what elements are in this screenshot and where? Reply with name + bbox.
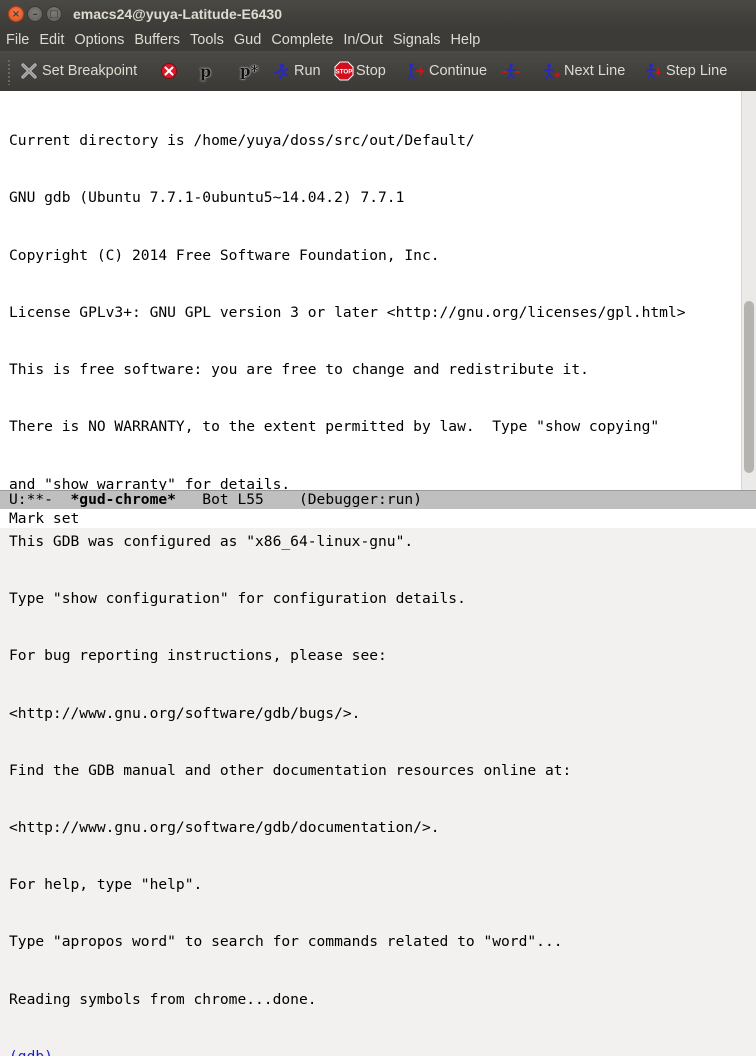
menu-bar: File Edit Options Buffers Tools Gud Comp… xyxy=(0,29,756,51)
continue-icon xyxy=(407,62,425,80)
buffer-line: <http://www.gnu.org/software/gdb/bugs/>. xyxy=(9,704,361,722)
menu-gud[interactable]: Gud xyxy=(229,32,266,48)
run-button[interactable]: Run xyxy=(272,51,321,91)
remove-breakpoint-icon xyxy=(160,62,178,80)
buffer-line: GNU gdb (Ubuntu 7.7.1-0ubuntu5~14.04.2) … xyxy=(9,189,405,207)
next-line-icon xyxy=(542,62,561,80)
buffer-line: For bug reporting instructions, please s… xyxy=(9,647,387,665)
maximize-window-button[interactable]: □ xyxy=(46,6,62,22)
set-breakpoint-button[interactable]: Set Breakpoint xyxy=(20,51,137,91)
run-label: Run xyxy=(294,63,321,79)
menu-signals[interactable]: Signals xyxy=(388,32,446,48)
continue-button[interactable]: Continue xyxy=(407,51,487,91)
modeline-status: U:**- xyxy=(9,491,71,508)
step-line-button[interactable]: Step Line xyxy=(644,51,727,91)
menu-file[interactable]: File xyxy=(0,32,34,48)
tool-bar: Set Breakpoint p p* Run STOP Stop Contin… xyxy=(0,51,756,91)
buffer-line: License GPLv3+: GNU GPL version 3 or lat… xyxy=(9,303,686,321)
vertical-scrollbar[interactable] xyxy=(741,91,756,490)
buffer-line: Type "apropos word" to search for comman… xyxy=(9,933,563,951)
minimize-window-button[interactable]: – xyxy=(27,6,43,22)
buffer-line: There is NO WARRANTY, to the extent perm… xyxy=(9,418,660,436)
menu-in-out[interactable]: In/Out xyxy=(338,32,388,48)
next-line-label: Next Line xyxy=(564,63,626,79)
svg-text:STOP: STOP xyxy=(336,69,353,76)
continue-label: Continue xyxy=(429,63,488,79)
buffer-line: <http://www.gnu.org/software/gdb/documen… xyxy=(9,818,440,836)
menu-help[interactable]: Help xyxy=(445,32,485,48)
modeline-mode[interactable]: (Debugger:run) xyxy=(299,491,422,508)
window-title: emacs24@yuya-Latitude-E6430 xyxy=(73,6,282,22)
step-line-label: Step Line xyxy=(666,63,728,79)
menu-tools[interactable]: Tools xyxy=(185,32,229,48)
buffer-line: For help, type "help". xyxy=(9,876,203,894)
buffer-text: Current directory is /home/yuya/doss/src… xyxy=(9,93,686,1056)
menu-options[interactable]: Options xyxy=(69,32,129,48)
menu-complete[interactable]: Complete xyxy=(266,32,338,48)
toolbar-grip[interactable] xyxy=(7,59,11,85)
next-line-button[interactable]: Next Line xyxy=(542,51,625,91)
next-instruction-button[interactable] xyxy=(502,51,524,91)
menu-buffers[interactable]: Buffers xyxy=(129,32,185,48)
modeline-position: Bot L55 xyxy=(175,491,299,508)
next-instruction-icon xyxy=(502,62,520,80)
stop-label: Stop xyxy=(356,63,386,79)
print-expression-button[interactable]: p xyxy=(200,51,211,91)
buffer-line: This GDB was configured as "x86_64-linux… xyxy=(9,532,414,550)
scrollbar-thumb[interactable] xyxy=(744,301,754,473)
buffer-line: Type "show configuration" for configurat… xyxy=(9,590,466,608)
title-bar: × – □ emacs24@yuya-Latitude-E6430 xyxy=(0,0,756,29)
set-breakpoint-label: Set Breakpoint xyxy=(42,63,138,79)
print-dereference-icon: p* xyxy=(240,62,259,80)
close-window-button[interactable]: × xyxy=(8,6,24,22)
stop-sign-icon: STOP xyxy=(334,61,354,81)
gdb-prompt[interactable]: (gdb) xyxy=(9,1047,686,1056)
stop-button[interactable]: STOP Stop xyxy=(334,51,386,91)
buffer-line: Copyright (C) 2014 Free Software Foundat… xyxy=(9,246,440,264)
modeline-buffer-name[interactable]: *gud-chrome* xyxy=(71,491,176,508)
buffer-line: This is free software: you are free to c… xyxy=(9,361,589,379)
buffer-line: Reading symbols from chrome...done. xyxy=(9,990,317,1008)
echo-area[interactable]: Mark set xyxy=(0,509,756,528)
run-icon xyxy=(272,62,290,80)
step-line-icon xyxy=(644,62,662,80)
gdb-buffer[interactable]: Current directory is /home/yuya/doss/src… xyxy=(0,91,741,1056)
print-icon: p xyxy=(200,61,212,81)
buffer-line: Find the GDB manual and other documentat… xyxy=(9,761,572,779)
breakpoint-icon xyxy=(20,62,38,80)
print-dereference-button[interactable]: p* xyxy=(240,51,258,91)
mode-line[interactable]: U:**- *gud-chrome* Bot L55 (Debugger:run… xyxy=(0,490,756,509)
menu-edit[interactable]: Edit xyxy=(34,32,69,48)
buffer-line: Current directory is /home/yuya/doss/src… xyxy=(9,132,475,150)
remove-breakpoint-button[interactable] xyxy=(160,51,182,91)
